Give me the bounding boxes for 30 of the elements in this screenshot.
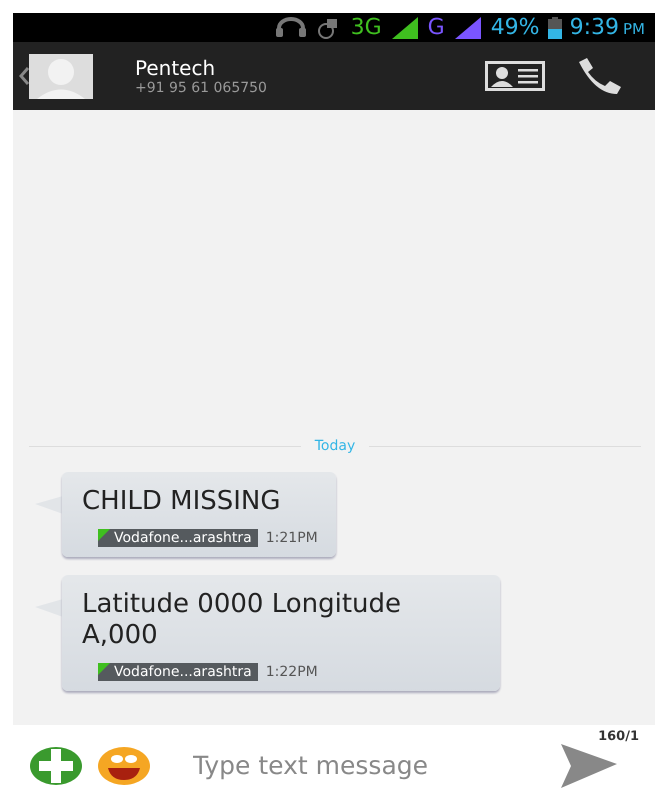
character-counter: 160/1 — [598, 729, 639, 744]
network-type: G — [428, 15, 445, 40]
back-icon[interactable] — [19, 66, 29, 86]
message-text: CHILD MISSING — [82, 486, 282, 517]
battery-percent: 49% — [490, 15, 540, 40]
message-text: Latitude 0000 Longitude A,000 — [82, 589, 402, 651]
clock: 9:39 — [570, 15, 619, 40]
contact-name: Pentech — [135, 56, 216, 80]
message-bubble[interactable]: CHILD MISSING Vodafone...arashtra 1:21PM — [62, 472, 336, 557]
add-icon[interactable] — [29, 746, 83, 786]
bubble-tail — [35, 597, 63, 619]
signal-icon — [390, 16, 420, 38]
contact-card-icon[interactable] — [485, 61, 545, 91]
corner-flag-icon — [98, 529, 110, 541]
message-bubble[interactable]: Latitude 0000 Longitude A,000 Vodafone...arashtra 1:22PM — [62, 575, 500, 691]
sim-label: Vodafone...arashtra — [114, 664, 252, 680]
smiley-icon[interactable] — [97, 746, 151, 786]
bubble-tail — [35, 494, 63, 516]
message-time: 1:21PM — [266, 530, 318, 546]
contact-number: +91 95 61 065750 — [135, 80, 268, 96]
am-pm: PM — [623, 20, 645, 38]
message-input[interactable]: Type text message — [191, 750, 545, 782]
sim-label: Vodafone...arashtra — [114, 530, 252, 546]
date-divider-label: Today — [314, 438, 356, 454]
corner-flag-icon — [98, 663, 110, 675]
signal-icon — [452, 16, 483, 38]
battery-icon — [548, 16, 562, 38]
network-type: 3G — [350, 15, 382, 40]
send-icon[interactable] — [559, 744, 617, 788]
message-time: 1:22PM — [266, 664, 318, 680]
